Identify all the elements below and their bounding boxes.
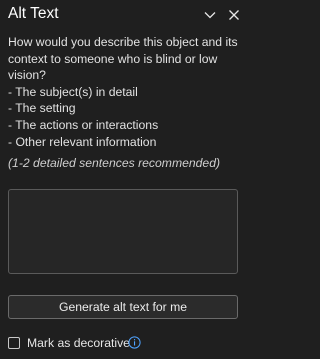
alt-text-input[interactable]	[8, 189, 238, 274]
instructions-text: How would you describe this object and i…	[8, 34, 248, 150]
instruction-line: - The setting	[8, 101, 76, 116]
close-icon[interactable]	[226, 7, 242, 23]
mark-decorative-checkbox[interactable]	[8, 337, 20, 349]
mark-decorative-label[interactable]: Mark as decorative	[27, 336, 130, 350]
generate-alt-text-button[interactable]: Generate alt text for me	[8, 295, 238, 319]
info-icon[interactable]	[128, 336, 141, 349]
chevron-down-icon[interactable]	[202, 7, 218, 23]
instruction-line: - Other relevant information	[8, 134, 157, 149]
instruction-line: vision?	[8, 68, 46, 83]
instruction-line: How would you describe this object and i…	[8, 35, 238, 49]
decorative-option: Mark as decorative	[8, 336, 248, 352]
instruction-line: - The actions or interactions	[8, 117, 159, 132]
pane-header: Alt Text	[8, 4, 244, 26]
instruction-line: - The subject(s) in detail	[8, 84, 138, 99]
instruction-line: context to someone who is blind or low	[8, 51, 218, 66]
pane-title: Alt Text	[8, 5, 59, 22]
recommendation-hint: (1-2 detailed sentences recommended)	[8, 156, 221, 170]
alt-text-pane: Alt Text How would you describe this obj…	[0, 0, 252, 359]
